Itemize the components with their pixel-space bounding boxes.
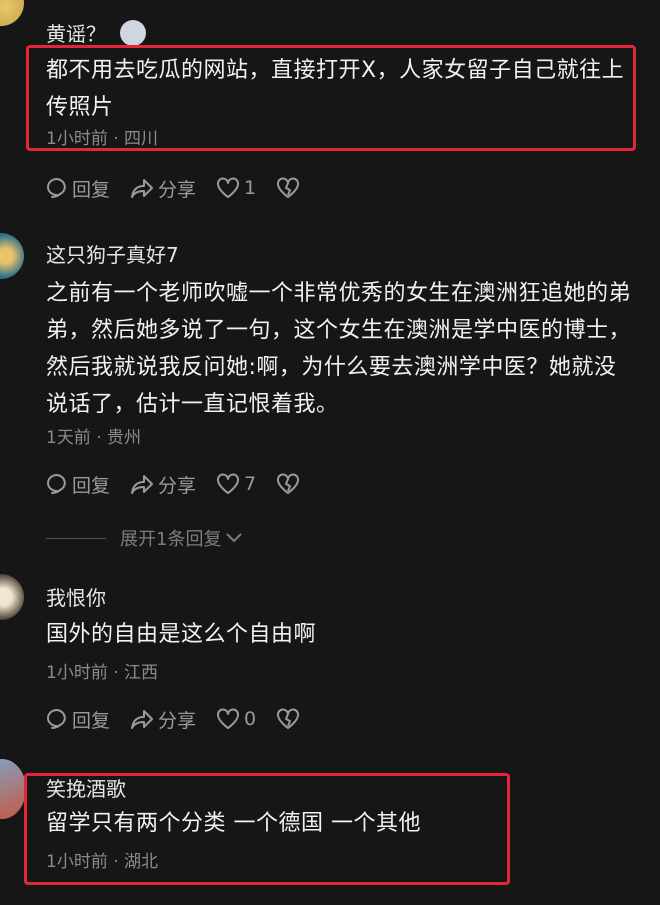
divider	[46, 537, 106, 539]
share-label: 分享	[158, 178, 197, 201]
heart-icon	[217, 473, 240, 494]
comment-meta: 1天前 · 贵州	[46, 428, 142, 448]
share-button[interactable]: 分享	[130, 175, 196, 202]
reply-button[interactable]: 回复	[46, 706, 110, 733]
dislike-button[interactable]	[276, 708, 304, 730]
reply-label: 回复	[72, 178, 111, 201]
comment-item: 黄谣？ 都不用去吃瓜的网站，直接打开X，人家女留子自己就往上传照片 1小时前 ·…	[0, 0, 660, 210]
heart-icon	[217, 708, 240, 729]
avatar[interactable]	[0, 759, 26, 819]
like-button[interactable]: 7	[216, 473, 256, 495]
username[interactable]: 我恨你	[46, 582, 106, 611]
comment-item: 这只狗子真好7 之前有一个老师吹嘘一个非常优秀的女生在澳洲狂追她的弟弟，然后她多…	[0, 225, 660, 565]
comment-bubble-icon	[47, 709, 66, 729]
like-button[interactable]: 0	[216, 708, 256, 730]
like-button[interactable]: 1	[216, 177, 256, 199]
comment-meta: 1小时前 · 江西	[46, 663, 159, 683]
share-button[interactable]: 分享	[130, 706, 196, 733]
reply-button[interactable]: 回复	[46, 175, 110, 202]
reply-to-label: 黄谣？	[46, 22, 106, 46]
chevron-down-icon	[226, 533, 243, 543]
broken-heart-icon	[277, 177, 300, 198]
share-arrow-icon	[131, 179, 154, 198]
reply-label: 回复	[72, 474, 111, 497]
username[interactable]: 这只狗子真好7	[46, 239, 179, 268]
like-count: 7	[244, 473, 257, 495]
avatar[interactable]	[0, 0, 24, 26]
dislike-button[interactable]	[276, 473, 304, 495]
heart-icon	[217, 177, 240, 198]
emoji-icon	[120, 19, 146, 46]
avatar[interactable]	[0, 574, 24, 620]
broken-heart-icon	[277, 708, 300, 729]
comment-actions: 回复 分享 0	[46, 705, 324, 733]
highlight-box	[24, 773, 510, 885]
comment-actions: 回复 分享 1	[46, 174, 324, 202]
dislike-button[interactable]	[276, 177, 304, 199]
share-label: 分享	[158, 474, 197, 497]
highlight-box	[26, 45, 636, 151]
share-arrow-icon	[131, 475, 154, 494]
comment-bubble-icon	[47, 178, 66, 198]
comment-item: 我恨你 国外的自由是这么个自由啊 1小时前 · 江西 回复 分享 0	[0, 570, 660, 740]
comment-text: 国外的自由是这么个自由啊	[46, 622, 317, 647]
like-count: 0	[244, 708, 257, 730]
reply-label: 回复	[72, 709, 111, 732]
share-arrow-icon	[131, 710, 154, 729]
like-count: 1	[244, 177, 257, 199]
comment-item: 笑挽酒歌 留学只有两个分类 一个德国 一个其他 1小时前 · 湖北	[0, 755, 660, 905]
comment-actions: 回复 分享 7	[46, 470, 324, 498]
broken-heart-icon	[277, 473, 300, 494]
share-label: 分享	[158, 709, 197, 732]
share-button[interactable]: 分享	[130, 471, 196, 498]
expand-replies-label: 展开1条回复	[120, 529, 222, 550]
expand-replies-button[interactable]: 展开1条回复	[46, 525, 243, 551]
reply-button[interactable]: 回复	[46, 471, 110, 498]
avatar[interactable]	[0, 233, 24, 279]
comment-text: 之前有一个老师吹嘘一个非常优秀的女生在澳洲狂追她的弟弟，然后她多说了一句，这个女…	[46, 281, 632, 417]
comment-bubble-icon	[47, 474, 66, 494]
